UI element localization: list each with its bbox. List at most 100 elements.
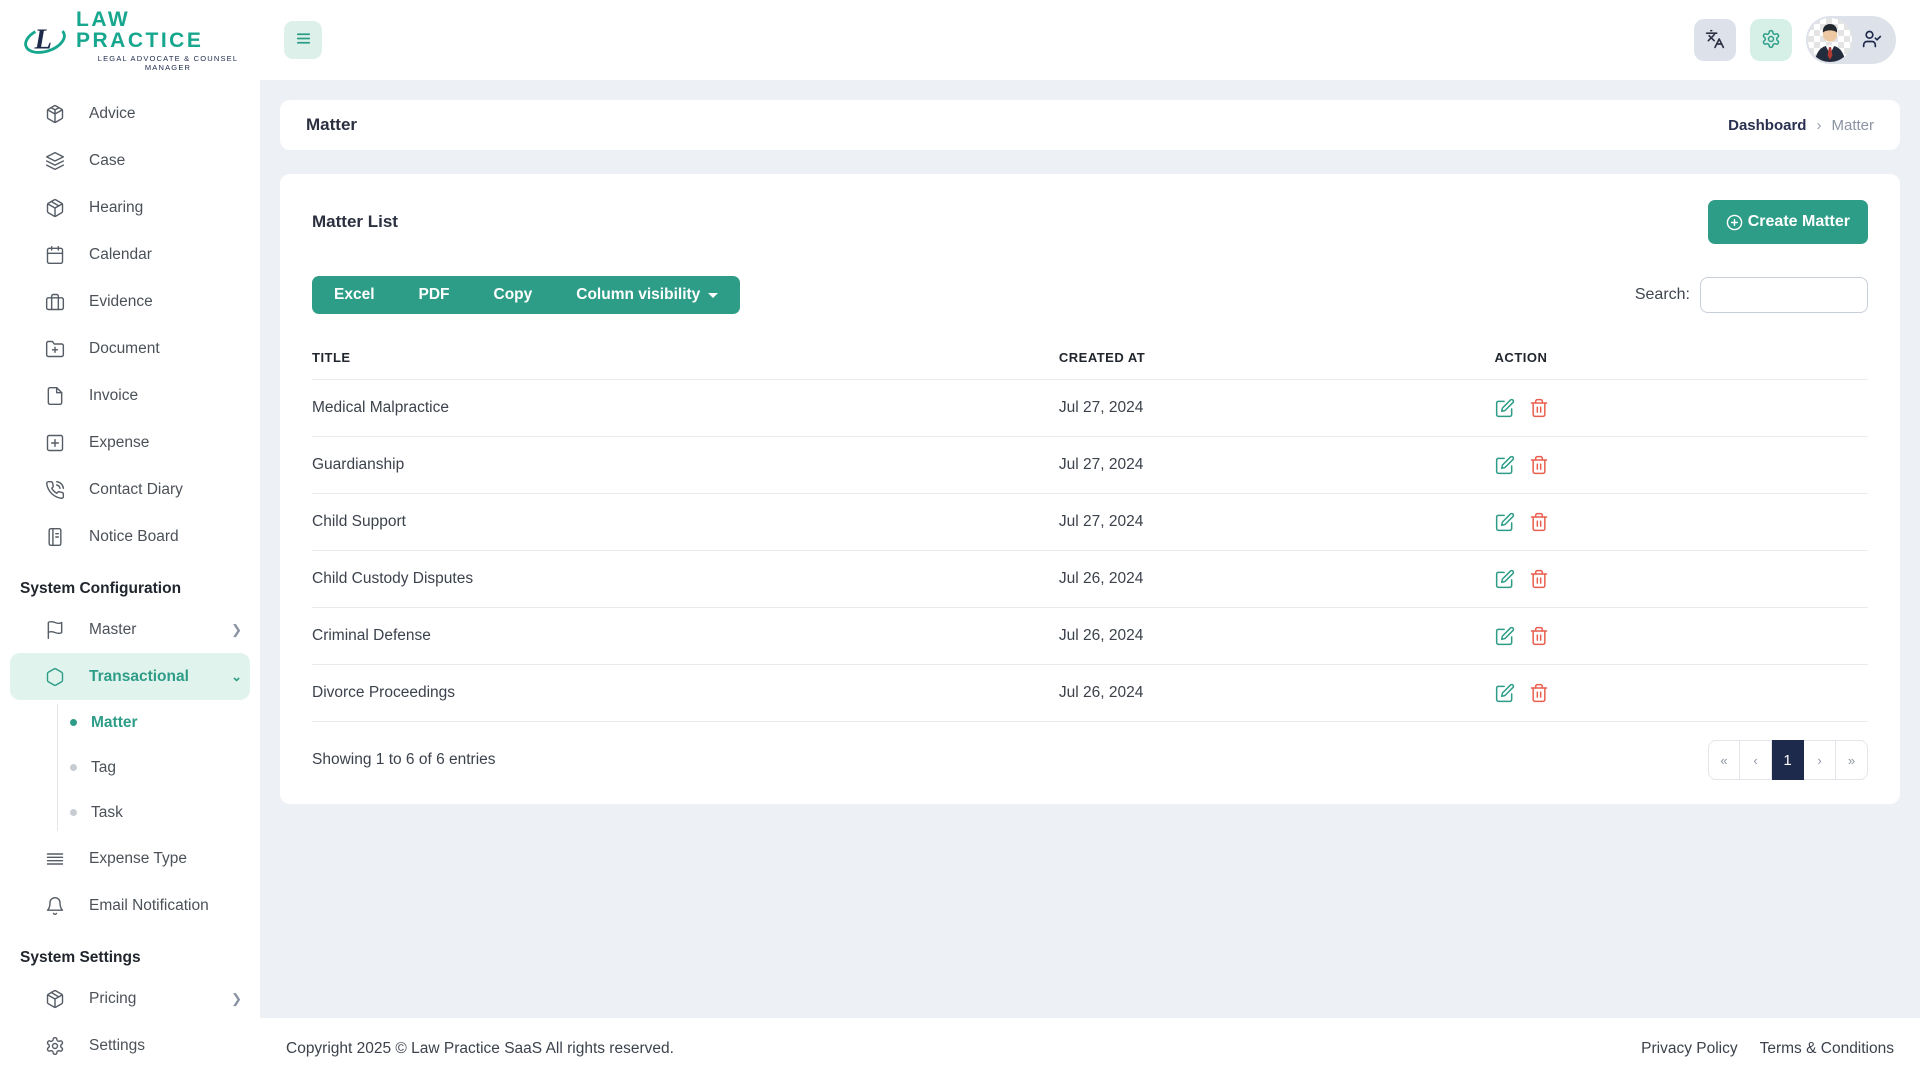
column-header-action: ACTION bbox=[1494, 336, 1868, 380]
create-matter-button[interactable]: Create Matter bbox=[1707, 200, 1868, 244]
delete-button[interactable] bbox=[1529, 683, 1549, 703]
bullet-dot-icon bbox=[70, 809, 77, 816]
sidebar-item-label: Document bbox=[89, 339, 160, 357]
sidebar: Advice Case Hearing Calendar Evidence Do… bbox=[0, 80, 260, 1080]
edit-button[interactable] bbox=[1495, 569, 1515, 589]
sidebar-item-advice[interactable]: Advice bbox=[0, 90, 260, 137]
export-pdf-button[interactable]: PDF bbox=[397, 276, 472, 314]
edit-icon bbox=[1495, 512, 1514, 532]
trash-icon bbox=[1530, 398, 1547, 418]
edit-icon bbox=[1495, 455, 1514, 475]
table-row: Child Custody Disputes Jul 26, 2024 bbox=[312, 550, 1868, 608]
brand-logo[interactable]: L LAW PRACTICE LEGAL ADVOCATE & COUNSEL … bbox=[0, 9, 260, 72]
cell-title: Guardianship bbox=[312, 436, 1059, 494]
sidebar-item-master[interactable]: Master ❯ bbox=[0, 606, 260, 653]
cell-created-at: Jul 27, 2024 bbox=[1058, 379, 1495, 437]
user-check-icon bbox=[1862, 29, 1882, 52]
column-header-created-at[interactable]: CREATED AT bbox=[1058, 336, 1495, 380]
matter-table: TITLE CREATED AT ACTION Medical Malpract… bbox=[312, 336, 1868, 722]
edit-icon bbox=[1495, 398, 1514, 418]
sidebar-item-hearing[interactable]: Hearing bbox=[0, 184, 260, 231]
export-excel-button[interactable]: Excel bbox=[312, 276, 397, 314]
delete-button[interactable] bbox=[1529, 398, 1549, 418]
privacy-policy-link[interactable]: Privacy Policy bbox=[1641, 1040, 1737, 1058]
edit-button[interactable] bbox=[1495, 683, 1515, 703]
sidebar-item-case[interactable]: Case bbox=[0, 137, 260, 184]
layers-icon bbox=[45, 151, 65, 171]
submenu-item-label: Tag bbox=[91, 758, 116, 776]
user-menu-button[interactable] bbox=[1806, 16, 1896, 64]
trash-icon bbox=[1530, 569, 1547, 589]
briefcase-icon bbox=[45, 292, 65, 312]
gear-icon bbox=[1761, 29, 1781, 52]
submenu-item-matter[interactable]: Matter bbox=[0, 700, 260, 745]
pagination-next-button[interactable]: › bbox=[1804, 740, 1836, 780]
sidebar-toggle-button[interactable] bbox=[284, 21, 322, 59]
pagination-page-1-button[interactable]: 1 bbox=[1772, 740, 1804, 780]
edit-button[interactable] bbox=[1495, 398, 1515, 418]
edit-button[interactable] bbox=[1495, 512, 1515, 532]
delete-button[interactable] bbox=[1529, 455, 1549, 475]
sidebar-item-label: Advice bbox=[89, 104, 136, 122]
column-visibility-button[interactable]: Column visibility bbox=[554, 276, 740, 314]
sidebar-item-transactional[interactable]: Transactional ⌄ bbox=[10, 653, 250, 700]
pagination-first-button[interactable]: « bbox=[1708, 740, 1740, 780]
box-icon bbox=[45, 989, 65, 1009]
breadcrumb-dashboard-link[interactable]: Dashboard bbox=[1728, 117, 1806, 134]
breadcrumb-card: Matter Dashboard › Matter bbox=[280, 100, 1900, 150]
sidebar-item-label: Invoice bbox=[89, 386, 139, 404]
export-button-group: Excel PDF Copy Column visibility bbox=[312, 276, 741, 314]
copyright-text: Copyright 2025 © Law Practice SaaS All r… bbox=[286, 1040, 674, 1057]
pagination-prev-button[interactable]: ‹ bbox=[1740, 740, 1772, 780]
search-input[interactable] bbox=[1700, 277, 1868, 313]
trash-icon bbox=[1530, 512, 1547, 532]
delete-button[interactable] bbox=[1529, 626, 1549, 646]
sidebar-item-evidence[interactable]: Evidence bbox=[0, 278, 260, 325]
card-title: Matter List bbox=[312, 212, 398, 231]
translate-icon bbox=[1705, 29, 1725, 52]
language-button[interactable] bbox=[1694, 19, 1736, 61]
chevron-right-icon: ❯ bbox=[231, 990, 242, 1006]
page-title: Matter bbox=[306, 115, 358, 134]
bell-icon bbox=[45, 896, 65, 916]
trash-icon bbox=[1530, 626, 1547, 646]
delete-button[interactable] bbox=[1529, 512, 1549, 532]
edit-icon bbox=[1495, 626, 1514, 646]
sidebar-item-calendar[interactable]: Calendar bbox=[0, 231, 260, 278]
sidebar-item-expense[interactable]: Expense bbox=[0, 419, 260, 466]
settings-quick-button[interactable] bbox=[1750, 19, 1792, 61]
edit-button[interactable] bbox=[1495, 455, 1515, 475]
edit-icon bbox=[1495, 683, 1514, 703]
export-copy-button[interactable]: Copy bbox=[472, 276, 555, 314]
delete-button[interactable] bbox=[1529, 569, 1549, 589]
submenu-item-label: Matter bbox=[91, 713, 138, 731]
sidebar-item-contact-diary[interactable]: Contact Diary bbox=[0, 466, 260, 513]
column-visibility-label: Column visibility bbox=[576, 286, 701, 303]
pagination: « ‹ 1 › » bbox=[1708, 740, 1868, 780]
trash-icon bbox=[1530, 455, 1547, 475]
pagination-last-button[interactable]: » bbox=[1836, 740, 1868, 780]
user-avatar bbox=[1808, 18, 1852, 62]
submenu-item-task[interactable]: Task bbox=[0, 790, 260, 835]
column-header-title[interactable]: TITLE bbox=[312, 336, 1059, 380]
sidebar-item-pricing[interactable]: Pricing ❯ bbox=[0, 975, 260, 1022]
submenu-item-tag[interactable]: Tag bbox=[0, 745, 260, 790]
sidebar-item-label: Notice Board bbox=[89, 527, 179, 545]
sidebar-item-label: Case bbox=[89, 151, 126, 169]
sidebar-item-email-notification[interactable]: Email Notification bbox=[0, 882, 260, 929]
folder-plus-icon bbox=[45, 339, 65, 359]
sidebar-item-invoice[interactable]: Invoice bbox=[0, 372, 260, 419]
sidebar-item-label: Pricing bbox=[89, 989, 137, 1007]
phone-call-icon bbox=[45, 480, 65, 500]
edit-button[interactable] bbox=[1495, 626, 1515, 646]
terms-conditions-link[interactable]: Terms & Conditions bbox=[1760, 1040, 1894, 1058]
sidebar-item-label: Email Notification bbox=[89, 896, 209, 914]
sidebar-item-label: Expense bbox=[89, 433, 150, 451]
sidebar-item-notice-board[interactable]: Notice Board bbox=[0, 513, 260, 560]
sidebar-item-document[interactable]: Document bbox=[0, 325, 260, 372]
matter-list-card: Matter List Create Matter Excel PDF Copy bbox=[280, 174, 1900, 804]
sidebar-item-expense-type[interactable]: Expense Type bbox=[0, 835, 260, 882]
create-matter-label: Create Matter bbox=[1747, 213, 1850, 230]
sidebar-item-settings[interactable]: Settings bbox=[0, 1022, 260, 1069]
table-row: Guardianship Jul 27, 2024 bbox=[312, 436, 1868, 494]
